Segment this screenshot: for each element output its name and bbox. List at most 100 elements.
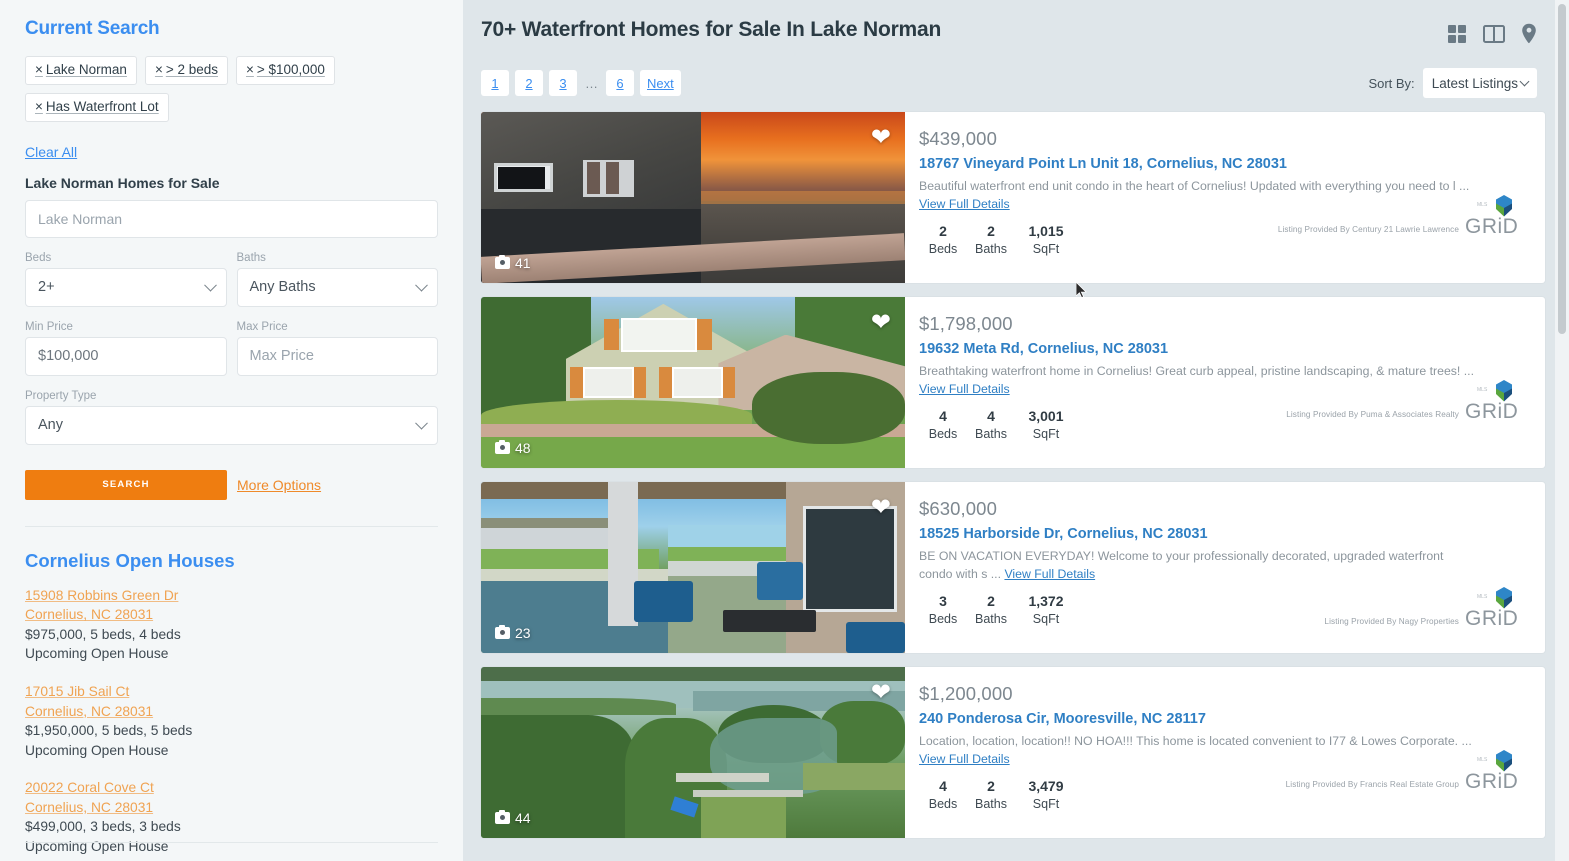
camera-icon: [495, 439, 510, 454]
results-main: 70+ Waterfront Homes for Sale In Lake No…: [463, 0, 1569, 861]
beds-stat: 4 Beds: [919, 778, 967, 811]
listing-photo[interactable]: ❤ 48: [481, 297, 905, 468]
favorite-heart-icon[interactable]: ❤: [871, 681, 891, 705]
more-options-link[interactable]: More Options: [237, 477, 321, 493]
location-input[interactable]: Lake Norman: [25, 199, 438, 238]
location-heading: Lake Norman Homes for Sale: [25, 174, 220, 191]
camera-icon: [495, 624, 510, 639]
listing-provider: Listing Provided By Francis Real Estate …: [1286, 750, 1527, 794]
page-scrollbar-thumb[interactable]: [1558, 4, 1566, 334]
listing-address-link[interactable]: 240 Ponderosa Cir, Mooresville, NC 28117: [919, 711, 1527, 727]
filter-chip-label: > $100,000: [256, 62, 325, 77]
open-house-city-link[interactable]: Cornelius, NC 28031: [25, 605, 438, 625]
filter-chip-label: > 2 beds: [165, 62, 218, 77]
beds-label: Beds: [25, 251, 52, 264]
camera-icon: [495, 254, 510, 269]
clear-all-link[interactable]: Clear All: [25, 144, 77, 160]
listing-card[interactable]: ❤ 48 $1,798,000 19632 Meta Rd, Cornelius…: [481, 297, 1545, 468]
pagination: 1 2 3 … 6 Next: [481, 70, 681, 96]
favorite-heart-icon[interactable]: ❤: [871, 496, 891, 520]
listing-card[interactable]: ❤ 44 $1,200,000 240 Ponderosa Cir, Moore…: [481, 667, 1545, 838]
page-1-button[interactable]: 1: [481, 70, 509, 96]
listing-provider: Listing Provided By Nagy Properties MLS …: [1324, 587, 1527, 631]
grid-logo-mls: MLS: [1477, 202, 1488, 208]
remove-filter-icon[interactable]: ×: [155, 62, 163, 77]
photo-count-value: 44: [515, 810, 531, 826]
split-view-icon[interactable]: [1483, 24, 1505, 44]
listing-provider: Listing Provided By Century 21 Lawrie La…: [1278, 195, 1527, 239]
listing-card[interactable]: ❤ 23 $630,000 18525 Harborside Dr, Corne…: [481, 482, 1545, 653]
sort-by-label: Sort By:: [1368, 75, 1415, 91]
filter-chip-lake-norman[interactable]: × Lake Norman: [25, 56, 137, 85]
grid-view-icon[interactable]: [1447, 24, 1467, 44]
chevron-down-icon: [415, 279, 428, 292]
sqft-label: SqFt: [1032, 426, 1060, 441]
baths-stat: 2 Baths: [967, 223, 1015, 256]
grid-logo: MLS GRiD: [1465, 195, 1527, 239]
remove-filter-icon[interactable]: ×: [246, 62, 254, 77]
page-6-button[interactable]: 6: [606, 70, 634, 96]
filter-chip-beds[interactable]: × > 2 beds: [144, 56, 228, 85]
favorite-heart-icon[interactable]: ❤: [871, 126, 891, 150]
baths-value: 2: [987, 777, 995, 794]
listing-description-text: Beautiful waterfront end unit condo in t…: [919, 179, 1470, 193]
filter-chip-label: Lake Norman: [45, 62, 127, 77]
beds-field: Beds 2+: [25, 252, 227, 307]
grid-logo-text: GRiD: [1465, 607, 1519, 630]
remove-filter-icon[interactable]: ×: [35, 62, 43, 77]
listing-price: $1,200,000: [919, 683, 1013, 704]
listing-info: $439,000 18767 Vineyard Point Ln Unit 18…: [905, 112, 1545, 283]
listing-card[interactable]: ❤ 41 $439,000 18767 Vineyard Point Ln Un…: [481, 112, 1545, 283]
sqft-label: SqFt: [1032, 796, 1060, 811]
open-house-status: Upcoming Open House: [25, 646, 169, 662]
listing-photo[interactable]: ❤ 41: [481, 112, 905, 283]
listing-address-link[interactable]: 18767 Vineyard Point Ln Unit 18, Corneli…: [919, 156, 1527, 172]
page-3-button[interactable]: 3: [549, 70, 577, 96]
min-price-input[interactable]: $100,000: [25, 336, 227, 376]
open-house-street-link[interactable]: 17015 Jib Sail Ct: [25, 682, 438, 702]
map-view-icon[interactable]: [1521, 23, 1537, 44]
listing-address-link[interactable]: 18525 Harborside Dr, Cornelius, NC 28031: [919, 526, 1527, 542]
listing-description-text: BE ON VACATION EVERYDAY! Welcome to your…: [919, 549, 1444, 581]
property-type-value: Any: [38, 417, 63, 434]
open-house-city-link[interactable]: Cornelius, NC 28031: [25, 798, 438, 818]
pagination-ellipsis: …: [585, 75, 598, 91]
page-2-button[interactable]: 2: [515, 70, 543, 96]
beds-value: 2: [939, 222, 947, 239]
sqft-value: 1,015: [1028, 222, 1064, 239]
search-button[interactable]: SEARCH: [25, 469, 227, 500]
open-house-status: Upcoming Open House: [25, 839, 169, 855]
view-full-details-link[interactable]: View Full Details: [1004, 567, 1095, 581]
listing-address-link[interactable]: 19632 Meta Rd, Cornelius, NC 28031: [919, 341, 1527, 357]
open-house-city-link[interactable]: Cornelius, NC 28031: [25, 702, 438, 722]
listing-photo[interactable]: ❤ 23: [481, 482, 905, 653]
open-house-item: 17015 Jib Sail Ct Cornelius, NC 28031 $1…: [25, 682, 438, 760]
open-house-street-link[interactable]: 20022 Coral Cove Ct: [25, 778, 438, 798]
sqft-value: 1,372: [1028, 592, 1064, 609]
filter-chip-waterfront[interactable]: × Has Waterfront Lot: [25, 92, 169, 122]
filter-chip-min-price[interactable]: × > $100,000: [236, 56, 335, 85]
baths-select-value: Any Baths: [249, 279, 316, 296]
open-house-status: Upcoming Open House: [25, 742, 169, 758]
beds-select[interactable]: 2+: [25, 267, 227, 307]
page-scrollbar[interactable]: [1555, 0, 1569, 861]
view-full-details-link[interactable]: View Full Details: [919, 752, 1010, 766]
sidebar-bottom-divider: [25, 842, 438, 843]
max-price-input[interactable]: Max Price: [236, 336, 438, 376]
beds-stat: 4 Beds: [919, 408, 967, 441]
view-full-details-link[interactable]: View Full Details: [919, 197, 1010, 211]
beds-label: Beds: [928, 426, 958, 441]
property-type-select[interactable]: Any: [25, 405, 438, 445]
remove-filter-icon[interactable]: ×: [35, 99, 43, 114]
listing-photo[interactable]: ❤ 44: [481, 667, 905, 838]
baths-select[interactable]: Any Baths: [236, 267, 438, 307]
sort-by-select[interactable]: Latest Listings: [1422, 68, 1537, 98]
view-mode-toggles: [1447, 18, 1545, 44]
sqft-stat: 1,372 SqFt: [1015, 593, 1077, 626]
current-search-title: Current Search: [25, 18, 160, 39]
favorite-heart-icon[interactable]: ❤: [871, 311, 891, 335]
open-house-street-link[interactable]: 15908 Robbins Green Dr: [25, 586, 438, 606]
next-page-button[interactable]: Next: [640, 70, 681, 96]
view-full-details-link[interactable]: View Full Details: [919, 382, 1010, 396]
baths-stat: 2 Baths: [967, 593, 1015, 626]
